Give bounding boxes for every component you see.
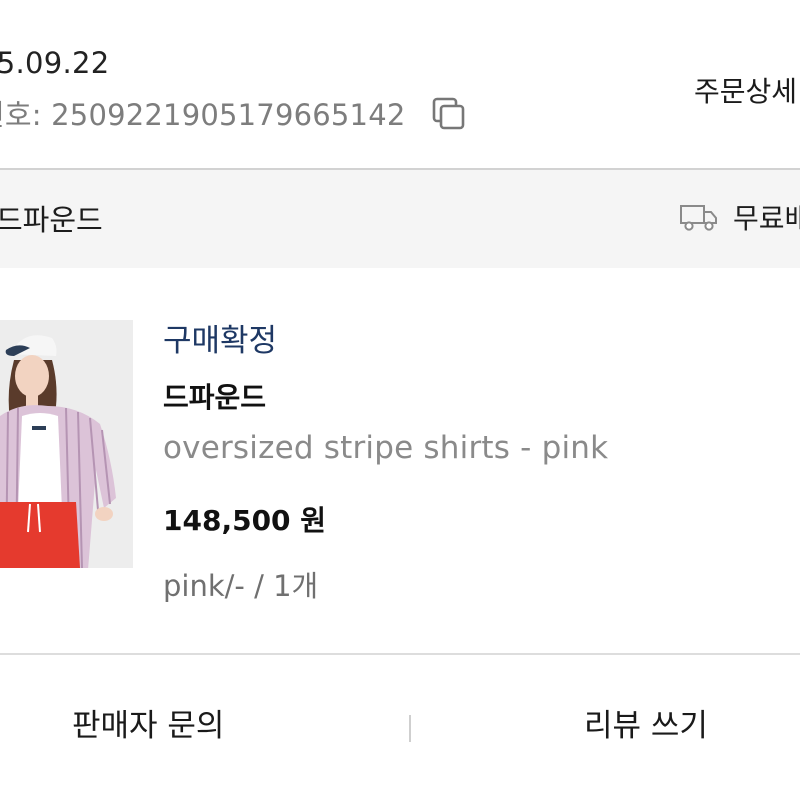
product-option: pink/- / 1개: [163, 569, 319, 603]
copy-icon[interactable]: [430, 95, 468, 133]
seller-inquiry-button[interactable]: 판매자 문의: [72, 700, 224, 745]
product-name[interactable]: oversized stripe shirts - pink: [163, 430, 608, 466]
shipping-label: 무료배: [733, 202, 800, 235]
order-status: 구매확정: [163, 323, 278, 359]
write-review-button[interactable]: 리뷰 쓰기: [584, 700, 708, 745]
order-detail-screen: 25.09.22 번호: 2509221905179665142 주문상세 드파…: [0, 0, 800, 800]
order-number: 번호: 2509221905179665142: [0, 98, 406, 132]
product-thumbnail[interactable]: [0, 320, 133, 568]
product-brand[interactable]: 드파운드: [163, 376, 266, 416]
order-detail-link[interactable]: 주문상세: [694, 70, 797, 110]
seller-brand-name[interactable]: 드파운드: [0, 197, 103, 239]
truck-icon: [680, 205, 717, 231]
divider: [0, 653, 800, 655]
action-separator: [409, 715, 411, 742]
product-price: 148,500 원: [163, 504, 327, 537]
order-date: 25.09.22: [0, 46, 110, 80]
product-photo-illustration: [0, 320, 133, 568]
